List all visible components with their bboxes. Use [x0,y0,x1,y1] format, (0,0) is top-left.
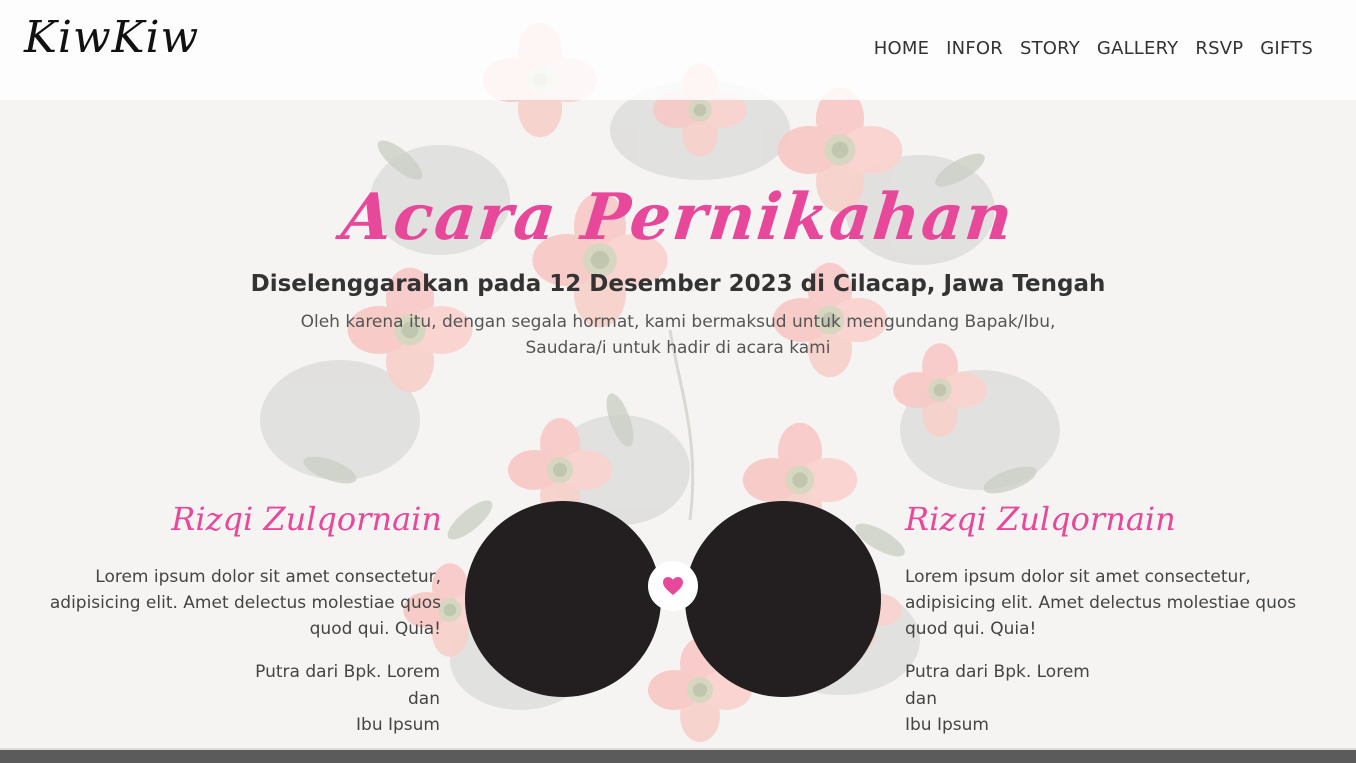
event-description: Oleh karena itu, dengan segala hormat, k… [300,311,1056,358]
groom-photo [465,501,661,697]
groom-parents: Putra dari Bpk. Lorem dan Ibu Ipsum [200,659,440,739]
bride-parent-line3: Ibu Ipsum [905,715,989,735]
bride-parent-line2: dan [905,688,937,709]
event-section: Acara Pernikahan Diselenggarakan pada 12… [0,180,1356,361]
bride-parents: Putra dari Bpk. Lorem dan Ibu Ipsum [905,659,1145,739]
heart-badge [648,561,698,611]
bride-name: Rizqi Zulqornain [905,500,1176,538]
main-nav: HOME INFOR STORY GALLERY RSVP GIFTS [857,38,1313,59]
groom-parent-line1: Putra dari Bpk. Lorem [255,662,440,682]
event-subtitle: Diselenggarakan pada 12 Desember 2023 di… [250,270,1106,297]
groom-name: Rizqi Zulqornain [171,500,442,538]
bride-parent-line1: Putra dari Bpk. Lorem [905,662,1090,682]
bride-photo [685,501,881,697]
nav-home[interactable]: HOME [874,38,929,59]
event-title: Acara Pernikahan [338,180,1018,255]
brand-logo[interactable]: KiwKiw [24,12,199,63]
nav-rsvp[interactable]: RSVP [1195,38,1243,59]
groom-parent-line3: Ibu Ipsum [356,715,440,735]
navbar: KiwKiw HOME INFOR STORY GALLERY RSVP GIF… [0,0,1356,100]
groom-parent-line2: dan [408,688,440,709]
nav-gifts[interactable]: GIFTS [1260,38,1313,59]
bride-bio: Lorem ipsum dolor sit amet consectetur, … [905,567,1297,639]
horizontal-scrollbar[interactable] [0,750,1356,763]
nav-story[interactable]: STORY [1020,38,1080,59]
nav-infor[interactable]: INFOR [946,38,1003,59]
heart-icon [663,577,683,595]
nav-gallery[interactable]: GALLERY [1097,38,1178,59]
groom-bio: Lorem ipsum dolor sit amet consectetur, … [49,567,441,639]
